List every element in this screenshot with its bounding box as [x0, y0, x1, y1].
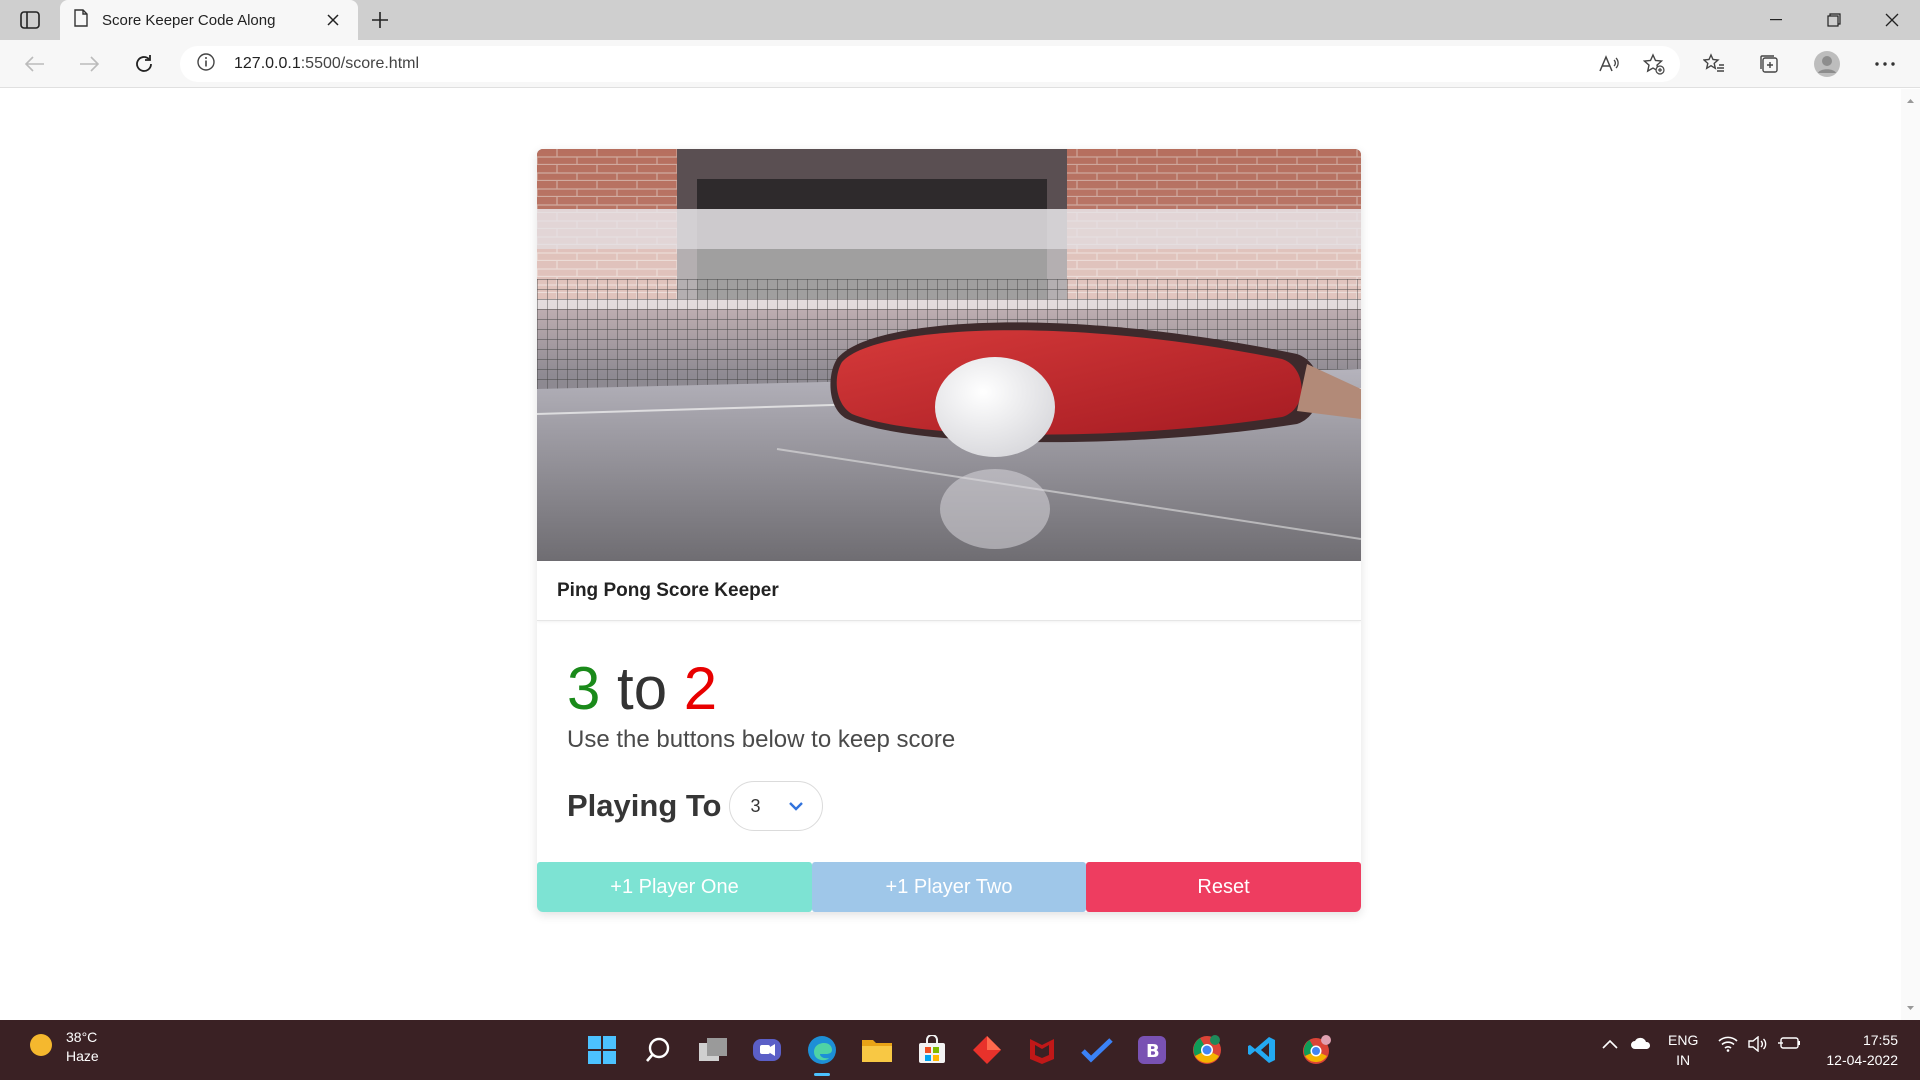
playing-to-label: Playing To [567, 788, 722, 823]
language-indicator[interactable]: ENG IN [1668, 1030, 1698, 1070]
temperature: 38°C [66, 1029, 98, 1045]
search-icon[interactable] [638, 1030, 678, 1070]
red-diamond-app-icon[interactable] [967, 1030, 1007, 1070]
tab-actions-icon[interactable] [14, 8, 46, 32]
clock-date: 12-04-2022 [1826, 1052, 1898, 1068]
file-explorer-icon[interactable] [857, 1030, 897, 1070]
wifi-icon[interactable] [1718, 1036, 1738, 1055]
mcafee-icon[interactable] [1022, 1030, 1062, 1070]
add-favorite-icon[interactable] [1637, 48, 1671, 80]
microsoft-store-icon[interactable] [912, 1030, 952, 1070]
collections-icon[interactable] [1752, 48, 1786, 80]
page-scrollbar[interactable] [1901, 89, 1920, 1020]
close-tab-icon[interactable] [322, 9, 344, 31]
page-icon [74, 8, 88, 32]
player-two-button[interactable]: +1 Player Two [812, 862, 1086, 912]
clock-time: 17:55 [1862, 1032, 1898, 1048]
favorites-icon[interactable] [1697, 48, 1731, 80]
card-header: Ping Pong Score Keeper [537, 561, 1361, 621]
reset-button[interactable]: Reset [1086, 862, 1361, 912]
onedrive-cloud-icon[interactable] [1630, 1036, 1652, 1053]
card-title: Ping Pong Score Keeper [557, 579, 779, 601]
info-icon[interactable] [196, 52, 216, 77]
read-aloud-icon[interactable] [1592, 48, 1626, 80]
ping-pong-image [537, 149, 1361, 561]
weather-widget[interactable]: 38°C Haze [28, 1028, 99, 1066]
sun-icon [28, 1032, 54, 1063]
browser-tab[interactable]: Score Keeper Code Along [60, 0, 358, 40]
player-two-score: 2 [683, 655, 718, 722]
url-text[interactable]: 127.0.0.1:5500/score.html [234, 55, 419, 73]
restore-icon[interactable] [1806, 0, 1862, 40]
forward-arrow-icon[interactable] [72, 48, 106, 80]
todo-check-icon[interactable] [1077, 1030, 1117, 1070]
refresh-icon[interactable] [127, 48, 161, 80]
score-keeper-card: Ping Pong Score Keeper 3 to 2 Use the bu… [537, 149, 1361, 912]
player-one-button[interactable]: +1 Player One [537, 862, 812, 912]
score-separator: to [617, 655, 668, 722]
player-one-score: 3 [567, 655, 601, 722]
browser-toolbar: 127.0.0.1:5500/score.html [0, 40, 1920, 88]
new-tab-icon[interactable] [366, 6, 394, 34]
playing-to-select[interactable]: 3 [729, 781, 824, 831]
vscode-icon[interactable] [1242, 1030, 1282, 1070]
chrome-icon[interactable] [1187, 1030, 1227, 1070]
bootstrap-icon[interactable]: B [1132, 1030, 1172, 1070]
minimize-icon[interactable] [1748, 0, 1804, 40]
more-options-icon[interactable] [1868, 48, 1902, 80]
back-arrow-icon[interactable] [18, 48, 52, 80]
system-clock[interactable]: 17:55 12-04-2022 [1826, 1030, 1898, 1070]
instructions-text: Use the buttons below to keep score [567, 726, 956, 753]
windows-taskbar: 38°C Haze B ENG IN 17:55 12-04-2022 [0, 1020, 1920, 1080]
task-view-icon[interactable] [693, 1030, 733, 1070]
close-window-icon[interactable] [1864, 0, 1920, 40]
address-bar[interactable]: 127.0.0.1:5500/score.html [180, 46, 1680, 82]
teams-chat-icon[interactable] [747, 1030, 787, 1070]
tab-title: Score Keeper Code Along [102, 11, 276, 29]
playing-to-row: Playing To 3 [567, 781, 824, 831]
profile-avatar-icon[interactable] [1810, 48, 1844, 80]
chrome-profile-icon[interactable] [1297, 1030, 1337, 1070]
browser-tab-bar: Score Keeper Code Along [0, 0, 1920, 40]
playing-to-value: 3 [750, 795, 761, 816]
svg-text:B: B [1146, 1041, 1160, 1062]
edge-browser-icon[interactable] [802, 1030, 842, 1076]
weather-condition: Haze [66, 1048, 99, 1064]
chevron-down-icon [786, 796, 806, 821]
start-icon[interactable] [582, 1030, 622, 1070]
chevron-up-icon[interactable] [1602, 1036, 1618, 1052]
volume-icon[interactable] [1748, 1035, 1768, 1055]
battery-icon[interactable] [1778, 1036, 1800, 1053]
button-row: +1 Player One +1 Player Two Reset [537, 862, 1361, 912]
score-display: 3 to 2 [567, 654, 717, 724]
